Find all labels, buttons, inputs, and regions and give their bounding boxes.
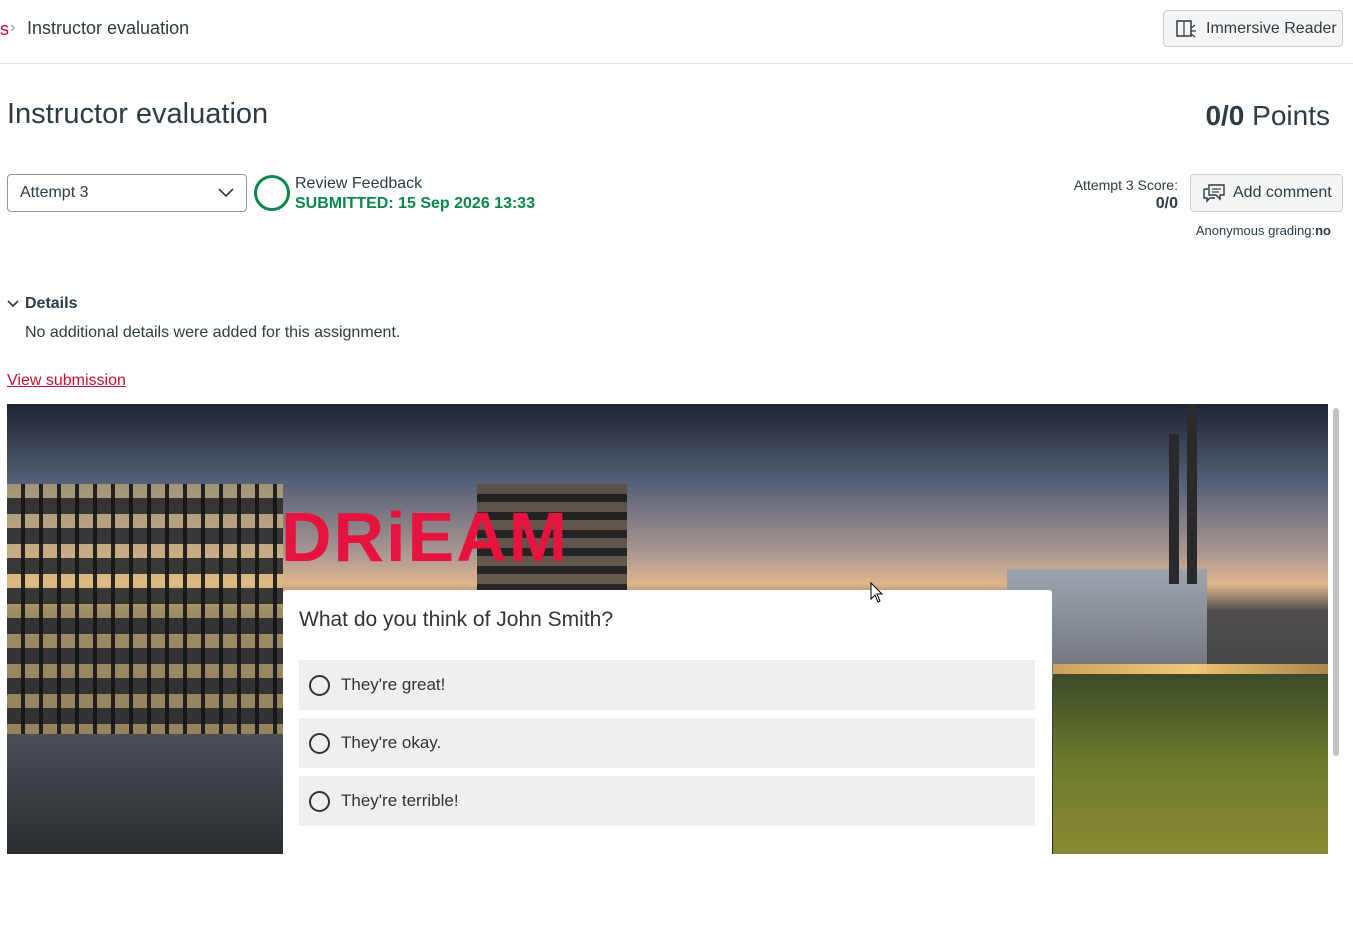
quiz-option[interactable]: They're okay. — [299, 718, 1035, 768]
add-comment-label: Add comment — [1233, 184, 1332, 201]
radio-icon[interactable] — [309, 674, 330, 696]
details-toggle[interactable]: Details — [7, 295, 77, 313]
background-greenery — [1053, 674, 1328, 854]
quiz-option[interactable]: They're terrible! — [299, 776, 1035, 826]
anonymous-grading: Anonymous grading:no — [1196, 223, 1331, 238]
quiz-option-label: They're terrible! — [341, 791, 459, 810]
attempt-select-value: Attempt 3 — [20, 184, 89, 201]
background-chimney — [1187, 404, 1197, 584]
quiz-option-label: They're great! — [341, 675, 446, 694]
radio-icon[interactable] — [309, 732, 330, 754]
attempt-score-label: Attempt 3 Score: — [1073, 177, 1178, 193]
comment-icon — [1203, 184, 1225, 203]
background-roof — [7, 734, 283, 854]
mouse-cursor-icon — [870, 582, 884, 603]
quiz-option[interactable]: They're great! — [299, 660, 1035, 710]
anonymous-grading-value: no — [1315, 223, 1331, 238]
anonymous-grading-label: Anonymous grading: — [1195, 223, 1316, 238]
status-ring-icon — [254, 175, 290, 211]
submitted-status: SUBMITTED: 15 Sep 2026 13:33 — [295, 195, 536, 212]
background-chimney — [1169, 434, 1179, 584]
points-display: 0/0 Points — [1205, 100, 1330, 132]
chevron-down-icon — [218, 188, 234, 198]
submission-iframe[interactable]: DRiEAM What do you think of John Smith? … — [7, 404, 1328, 854]
immersive-reader-label: Immersive Reader — [1206, 19, 1337, 37]
quiz-option-label: They're okay. — [341, 733, 442, 752]
page-title: Instructor evaluation — [7, 98, 269, 130]
attempt-score-value: 0/0 — [1155, 195, 1178, 212]
chevron-down-icon — [7, 300, 19, 308]
attempt-select[interactable]: Attempt 3 — [7, 174, 247, 212]
immersive-reader-icon — [1176, 19, 1196, 38]
add-comment-button[interactable]: Add comment — [1190, 174, 1343, 212]
breadcrumb-separator-icon: › — [10, 19, 16, 36]
iframe-scrollbar-thumb[interactable] — [1333, 408, 1339, 756]
review-feedback-label: Review Feedback — [295, 175, 423, 192]
points-value: 0/0 — [1205, 100, 1245, 131]
quiz-question: What do you think of John Smith? — [299, 608, 614, 631]
details-text: No additional details were added for thi… — [25, 324, 401, 341]
top-bar: s › Instructor evaluation Immersive Read… — [0, 0, 1353, 64]
details-label: Details — [25, 295, 78, 312]
radio-icon[interactable] — [309, 790, 330, 812]
immersive-reader-button[interactable]: Immersive Reader — [1163, 10, 1343, 47]
breadcrumb-current: Instructor evaluation — [27, 18, 190, 38]
quiz-card: What do you think of John Smith? They're… — [283, 590, 1052, 854]
breadcrumb-previous-link[interactable]: s — [0, 19, 9, 40]
dream-logo: DRiEAM — [281, 498, 570, 576]
points-suffix: Points — [1244, 100, 1330, 131]
view-submission-link[interactable]: View submission — [7, 372, 126, 390]
